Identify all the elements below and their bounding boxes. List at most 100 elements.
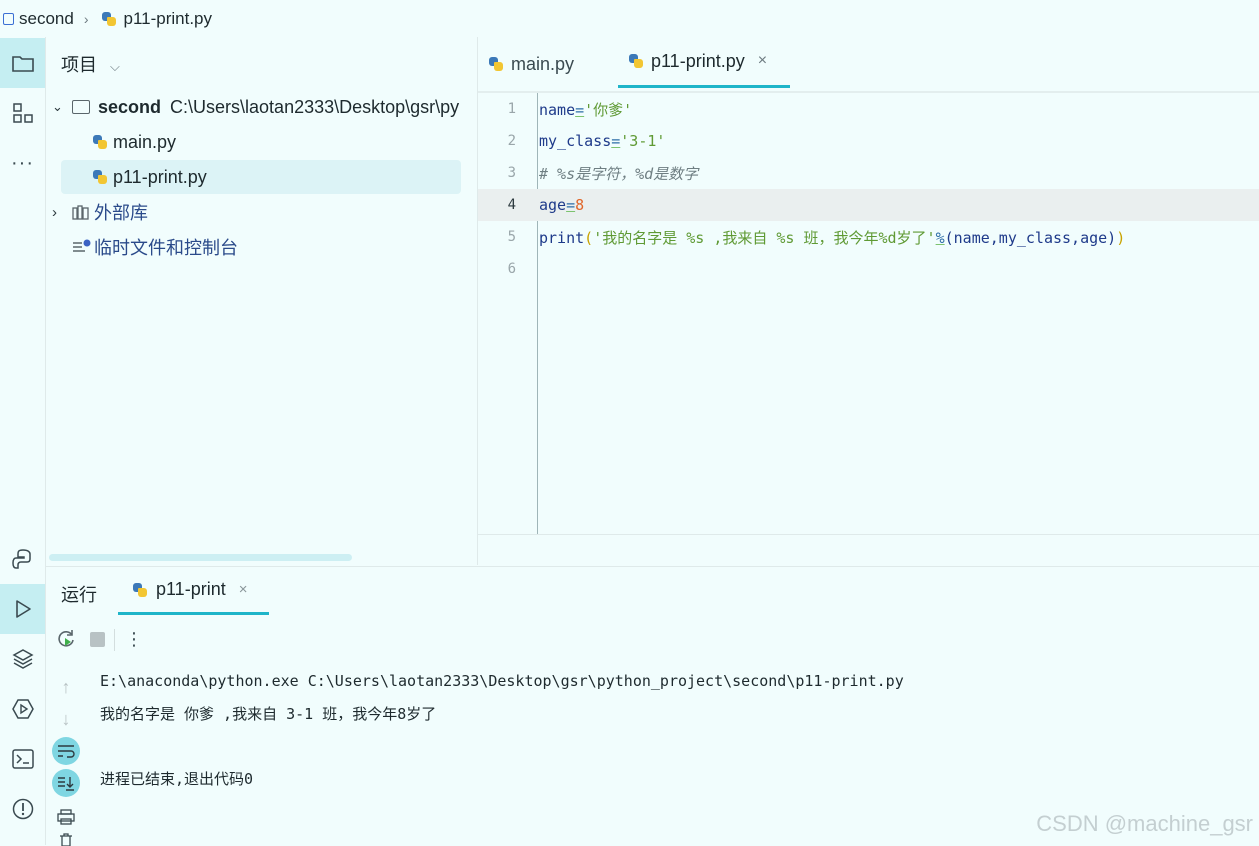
tree-file-p11-print[interactable]: p11-print.py — [61, 160, 461, 194]
more-icon: ··· — [11, 151, 34, 174]
printer-icon — [57, 809, 75, 825]
terminal-tool-button[interactable] — [0, 734, 45, 784]
editor: main.py p11-print.py × 1 name='你爹' 2 my_… — [478, 37, 1259, 565]
scratches-label: 临时文件和控制台 — [94, 238, 238, 258]
left-tool-strip: ··· — [0, 37, 46, 845]
problems-tool-button[interactable] — [0, 784, 45, 834]
code-line[interactable]: 5 print('我的名字是 %s ,我来自 %s 班，我今年%d岁了'%(na… — [478, 221, 1259, 253]
chevron-down-icon: ⌄ — [52, 99, 63, 114]
tab-label: p11-print.py — [651, 50, 745, 71]
more-tools-button[interactable]: ··· — [0, 138, 45, 188]
python-console-icon — [11, 549, 31, 569]
toolbar-divider — [114, 629, 115, 651]
close-icon[interactable]: × — [239, 581, 248, 598]
python-file-icon — [101, 11, 117, 27]
scroll-up-button[interactable]: ↑ — [52, 673, 80, 701]
editor-bottom-divider — [478, 534, 1259, 535]
close-icon[interactable]: × — [758, 52, 767, 70]
tree-file-main[interactable]: main.py — [92, 125, 176, 159]
run-panel: 运行 p11-print × ⋮ ↑ ↓ E:\anaconda\python.… — [46, 566, 1259, 846]
breadcrumb: second › p11-print.py — [0, 0, 1259, 37]
chevron-right-icon: › — [83, 10, 89, 27]
scroll-down-button[interactable]: ↓ — [52, 705, 80, 733]
horizontal-scrollbar[interactable] — [49, 554, 352, 561]
scroll-to-end-icon — [58, 777, 74, 791]
vertical-more-icon: ⋮ — [125, 628, 143, 649]
stop-icon — [89, 631, 105, 647]
layers-icon — [11, 649, 34, 669]
breadcrumb-file[interactable]: p11-print.py — [124, 9, 213, 29]
console-output[interactable]: E:\anaconda\python.exe C:\Users\laotan23… — [100, 665, 904, 795]
soft-wrap-icon — [58, 745, 75, 758]
python-file-icon — [132, 582, 148, 598]
tree-root-second[interactable]: ⌄ second C:\Users\laotan2333\Desktop\gsr… — [52, 90, 459, 124]
project-panel-title[interactable]: 项目 ⌵ — [61, 51, 120, 77]
console-line: 我的名字是 你爹 ,我来自 3-1 班，我今年8岁了 — [100, 705, 437, 724]
tree-root-name: second — [98, 96, 162, 117]
line-number: 4 — [507, 197, 516, 213]
code-line-current[interactable]: 4 age=8 — [478, 189, 1259, 221]
tree-external-libs[interactable]: › 外部库 — [52, 195, 148, 229]
scratches-icon — [73, 239, 91, 252]
folder-icon — [72, 100, 90, 114]
warning-circle-icon — [12, 798, 33, 820]
print-button[interactable] — [52, 803, 80, 831]
code-line[interactable]: 1 name='你爹' — [478, 93, 1259, 125]
tree-root-path: C:\Users\laotan2333\Desktop\gsr\py — [170, 96, 460, 117]
line-number: 6 — [507, 261, 516, 277]
tab-label: main.py — [511, 53, 575, 74]
trash-icon — [60, 833, 72, 846]
code-area[interactable]: 1 name='你爹' 2 my_class='3-1' 3 # %s是字符，%… — [478, 93, 1259, 534]
line-number: 5 — [507, 229, 516, 245]
rerun-button[interactable] — [52, 625, 80, 653]
run-tool-button[interactable] — [0, 584, 45, 634]
services-tool-button[interactable] — [0, 684, 45, 734]
run-tab-label: p11-print — [156, 579, 226, 599]
python-file-icon — [92, 169, 108, 185]
code-line[interactable]: 3 # %s是字符，%d是数字 — [478, 157, 1259, 189]
folder-icon — [11, 56, 34, 72]
project-tool-button[interactable] — [0, 38, 45, 88]
play-icon — [15, 600, 31, 618]
library-icon — [72, 204, 89, 220]
project-panel-title-label: 项目 — [61, 55, 97, 75]
chevron-down-icon: ⌵ — [110, 59, 120, 74]
rerun-icon — [58, 630, 74, 647]
tab-p11-print-py[interactable]: p11-print.py × — [618, 37, 790, 88]
python-file-icon — [488, 56, 504, 72]
project-panel: 项目 ⌵ ⌄ second C:\Users\laotan2333\Deskto… — [46, 37, 478, 565]
arrow-down-icon: ↓ — [61, 708, 71, 729]
services-icon — [11, 699, 34, 719]
console-line: E:\anaconda\python.exe C:\Users\laotan23… — [100, 672, 904, 691]
arrow-up-icon: ↑ — [61, 676, 71, 697]
python-packages-button[interactable] — [0, 534, 45, 584]
python-file-icon — [92, 134, 108, 150]
tree-file-label: main.py — [113, 131, 177, 152]
tree-scratches[interactable]: 临时文件和控制台 — [72, 230, 238, 264]
layers-tool-button[interactable] — [0, 634, 45, 684]
tree-file-label: p11-print.py — [113, 166, 207, 187]
more-actions-button[interactable]: ⋮ — [124, 625, 144, 653]
run-panel-title: 运行 — [61, 585, 97, 605]
clear-button[interactable] — [52, 831, 80, 846]
console-line: 进程已结束,退出代码0 — [100, 770, 254, 789]
chevron-right-icon: › — [52, 203, 57, 221]
python-file-icon — [628, 53, 644, 69]
terminal-icon — [11, 749, 34, 769]
structure-icon — [12, 103, 33, 123]
code-line[interactable]: 2 my_class='3-1' — [478, 125, 1259, 157]
external-libs-label: 外部库 — [94, 203, 148, 223]
breadcrumb-project[interactable]: second — [19, 9, 74, 29]
tab-main-py[interactable]: main.py — [488, 37, 616, 91]
structure-tool-button[interactable] — [0, 88, 45, 138]
line-number: 1 — [507, 101, 516, 117]
line-number: 2 — [507, 133, 516, 149]
project-icon — [3, 12, 14, 25]
line-number: 3 — [507, 165, 516, 181]
code-line[interactable]: 6 — [478, 253, 1259, 285]
soft-wrap-toggle[interactable] — [52, 737, 80, 765]
stop-button[interactable] — [83, 625, 111, 653]
run-tab-p11-print[interactable]: p11-print × — [118, 567, 269, 615]
scroll-to-end-toggle[interactable] — [52, 769, 80, 797]
